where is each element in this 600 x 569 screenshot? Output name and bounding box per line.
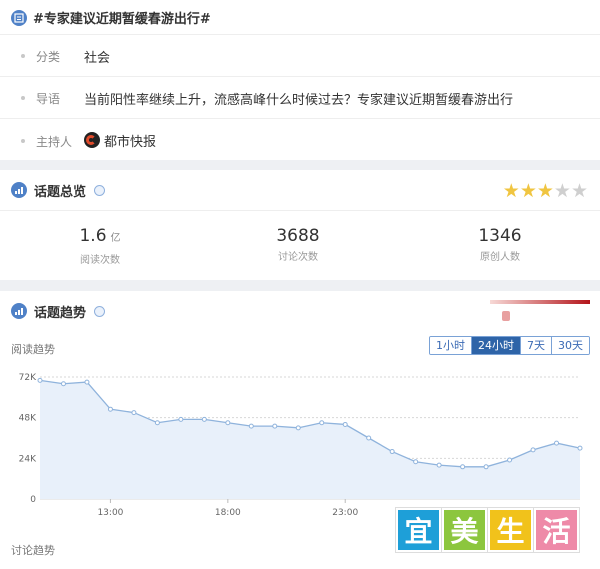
divider xyxy=(0,76,600,77)
heat-gradient-bar xyxy=(490,300,590,304)
data-point xyxy=(84,379,90,385)
data-point xyxy=(436,462,442,468)
topic-title: #专家建议近期暂缓春游出行# xyxy=(33,12,211,27)
watermark-char: 美 xyxy=(442,508,487,552)
host-name-link[interactable]: 都市快报 xyxy=(104,131,156,150)
tab-24-hours[interactable]: 24小时 xyxy=(471,337,520,354)
topic-info-card: #专家建议近期暂缓春游出行# 分类 社会 导语 当前阳性率继续上升，流感高峰什么… xyxy=(0,0,600,160)
watermark-char: 生 xyxy=(488,508,533,552)
overview-card: 话题总览 ★★★★★ 1.6 亿 阅读次数 3688 讨论次数 1346 原创人数 xyxy=(0,170,600,280)
stat-read-unit: 亿 xyxy=(110,233,121,244)
stat-discuss-label: 讨论次数 xyxy=(278,252,318,263)
data-point xyxy=(577,445,583,451)
data-point xyxy=(272,423,278,429)
star-icon: ★ xyxy=(536,180,554,202)
data-point xyxy=(295,425,301,431)
data-point xyxy=(366,435,372,441)
heat-marker xyxy=(502,311,510,321)
star-icon: ★ xyxy=(519,180,537,202)
stat-discuss-value: 3688 xyxy=(276,226,320,246)
y-tick-label: 0 xyxy=(30,495,36,505)
read-trend-label: 阅读趋势 xyxy=(11,343,55,356)
stat-discuss: 3688 讨论次数 xyxy=(198,226,398,263)
category-label: 分类 xyxy=(36,50,61,64)
tab-1-hour[interactable]: 1小时 xyxy=(430,337,471,354)
y-tick-label: 48K xyxy=(19,414,37,424)
tab-30-days[interactable]: 30天 xyxy=(551,337,589,354)
overview-title: 话题总览 xyxy=(34,185,87,200)
star-icon: ★ xyxy=(502,180,520,202)
data-point xyxy=(389,449,395,455)
divider xyxy=(0,210,600,211)
bullet-dot xyxy=(21,139,25,143)
topic-list-icon xyxy=(11,10,27,26)
bullet-dot xyxy=(21,96,25,100)
data-point xyxy=(201,416,207,422)
watermark-logo: 宜 美 生 活 xyxy=(396,508,579,552)
data-point xyxy=(319,420,325,426)
data-point xyxy=(507,457,513,463)
data-point xyxy=(530,447,536,453)
stat-read-label: 阅读次数 xyxy=(80,255,120,266)
tab-7-days[interactable]: 7天 xyxy=(520,337,551,354)
rating-stars: ★★★★★ xyxy=(503,182,588,201)
discuss-trend-label: 讨论趋势 xyxy=(11,544,55,557)
data-point xyxy=(37,377,43,383)
trend-chart-icon xyxy=(11,303,27,319)
x-tick-label: 18:00 xyxy=(215,508,241,518)
divider xyxy=(0,118,600,119)
x-tick-label: 13:00 xyxy=(97,508,123,518)
watermark-char: 宜 xyxy=(396,508,441,552)
y-tick-label: 72K xyxy=(19,373,37,383)
read-trend-chart[interactable]: 72K 48K 24K 0 13:00 18:00 23:00 xyxy=(0,371,600,521)
category-value[interactable]: 社会 xyxy=(84,47,110,66)
data-point xyxy=(178,416,184,422)
y-tick-label: 24K xyxy=(19,454,37,464)
intro-label: 导语 xyxy=(36,92,61,106)
bullet-dot xyxy=(21,54,25,58)
stat-original-label: 原创人数 xyxy=(480,252,520,263)
data-point xyxy=(131,410,137,416)
x-tick-label: 23:00 xyxy=(332,508,358,518)
data-point xyxy=(107,406,113,412)
divider xyxy=(0,34,600,35)
trend-title: 话题趋势 xyxy=(34,306,87,321)
stat-original-value: 1346 xyxy=(478,226,522,246)
area-fill xyxy=(40,380,580,499)
data-point xyxy=(248,423,254,429)
intro-value: 当前阳性率继续上升，流感高峰什么时候过去？专家建议近期暂缓春游出行 xyxy=(84,93,514,108)
overview-chart-icon xyxy=(11,182,27,198)
data-point xyxy=(413,459,419,465)
star-icon: ★ xyxy=(553,180,571,202)
time-range-tabs: 1小时 24小时 7天 30天 xyxy=(429,336,590,355)
data-point xyxy=(483,464,489,470)
info-icon[interactable] xyxy=(94,185,105,196)
stat-read-value: 1.6 xyxy=(79,226,107,246)
info-icon[interactable] xyxy=(94,306,105,317)
star-icon: ★ xyxy=(570,180,588,202)
stat-read: 1.6 亿 阅读次数 xyxy=(0,226,200,266)
data-point xyxy=(554,440,560,446)
host-avatar[interactable] xyxy=(84,132,100,148)
data-point xyxy=(342,421,348,427)
watermark-char: 活 xyxy=(534,508,579,552)
host-label: 主持人 xyxy=(36,135,73,149)
data-point xyxy=(154,420,160,426)
data-point xyxy=(225,420,231,426)
data-point xyxy=(460,464,466,470)
data-point xyxy=(60,381,66,387)
stat-original: 1346 原创人数 xyxy=(400,226,600,263)
